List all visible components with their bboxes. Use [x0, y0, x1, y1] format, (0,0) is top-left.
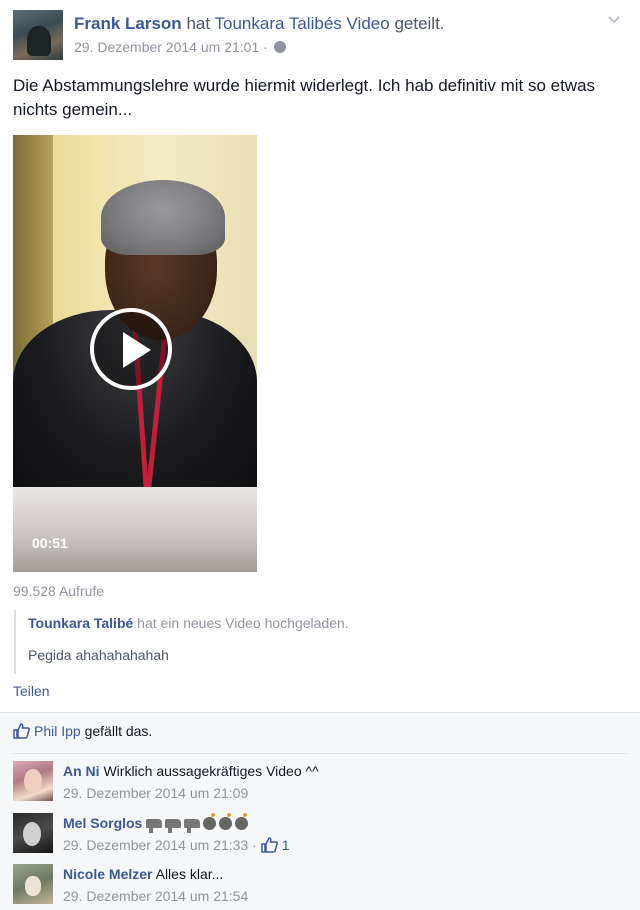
author-avatar[interactable] [13, 10, 63, 60]
comment: Mel Sorglos 29. Dezember 2014 um 21:33 ·… [13, 813, 627, 859]
shared-post-quote: Tounkara Talibé hat ein neues Video hoch… [14, 610, 414, 674]
comment-emoji [146, 813, 251, 833]
comment: Nicole Melzer Alles klar... 29. Dezember… [13, 864, 627, 910]
pistol-emoji-icon [184, 819, 201, 833]
shared-video-link[interactable]: Video [225, 615, 261, 631]
video-player[interactable]: 00:51 [13, 135, 257, 572]
thumbs-up-icon [13, 723, 30, 739]
comment-avatar[interactable] [13, 761, 53, 801]
globe-icon[interactable] [273, 41, 286, 53]
comment-author[interactable]: Nicole Melzer [63, 866, 152, 882]
post-text: Die Abstammungslehre wurde hiermit wider… [13, 76, 596, 119]
ufi-footer: Phil Ipp gefällt das. An Ni Wirklich aus… [0, 712, 640, 910]
header-action-suffix: geteilt. [394, 14, 445, 33]
bomb-emoji-icon [235, 813, 249, 830]
comment-author[interactable]: Mel Sorglos [63, 815, 142, 831]
shared-from-name[interactable]: Tounkara Talibés [215, 14, 342, 33]
comment-timestamp[interactable]: 29. Dezember 2014 um 21:09 [63, 785, 248, 801]
view-count: 99.528 Aufrufe [13, 583, 105, 599]
play-icon[interactable] [90, 308, 172, 390]
chevron-down-icon[interactable] [606, 12, 622, 28]
liker-name[interactable]: Phil Ipp [34, 723, 81, 739]
shared-action-prefix: hat ein neues [137, 615, 222, 631]
shared-post-author[interactable]: Tounkara Talibé [28, 615, 133, 631]
post-meta: 29. Dezember 2014 um 21:01 · [74, 39, 286, 55]
shared-action-suffix: hochgeladen. [264, 615, 349, 631]
comment-like-count[interactable]: 1 [282, 837, 290, 853]
pistol-emoji-icon [165, 819, 182, 833]
author-name[interactable]: Frank Larson [74, 14, 182, 33]
thumbs-up-icon[interactable] [260, 837, 278, 853]
meta-separator: · [263, 39, 268, 55]
comment-avatar[interactable] [13, 864, 53, 904]
comment-avatar[interactable] [13, 813, 53, 853]
header-action-prefix: hat [186, 14, 211, 33]
post-header: Frank Larson hat Tounkara Talibés Video … [74, 14, 445, 34]
comment: An Ni Wirklich aussagekräftiges Video ^^… [13, 761, 627, 807]
post-card: Frank Larson hat Tounkara Talibés Video … [0, 0, 640, 712]
comment-timestamp[interactable]: 29. Dezember 2014 um 21:33 [63, 837, 248, 853]
likes-text: gefällt das. [84, 723, 153, 739]
likes-sentence: Phil Ipp gefällt das. [13, 723, 152, 739]
post-timestamp[interactable]: 29. Dezember 2014 um 21:01 [74, 39, 259, 55]
pistol-emoji-icon [146, 819, 163, 833]
bomb-emoji-icon [219, 813, 233, 830]
shared-post-text: Pegida ahahahahahah [28, 647, 169, 663]
video-link[interactable]: Video [347, 14, 390, 33]
comment-text: Alles klar... [155, 866, 224, 882]
video-duration: 00:51 [32, 535, 68, 551]
share-button[interactable]: Teilen [13, 683, 50, 699]
divider [13, 753, 627, 754]
comment-text: Wirklich aussagekräftiges Video ^^ [103, 763, 319, 779]
bomb-emoji-icon [203, 813, 217, 830]
comment-author[interactable]: An Ni [63, 763, 100, 779]
comment-timestamp[interactable]: 29. Dezember 2014 um 21:54 [63, 888, 248, 904]
meta-separator: · [252, 837, 257, 853]
